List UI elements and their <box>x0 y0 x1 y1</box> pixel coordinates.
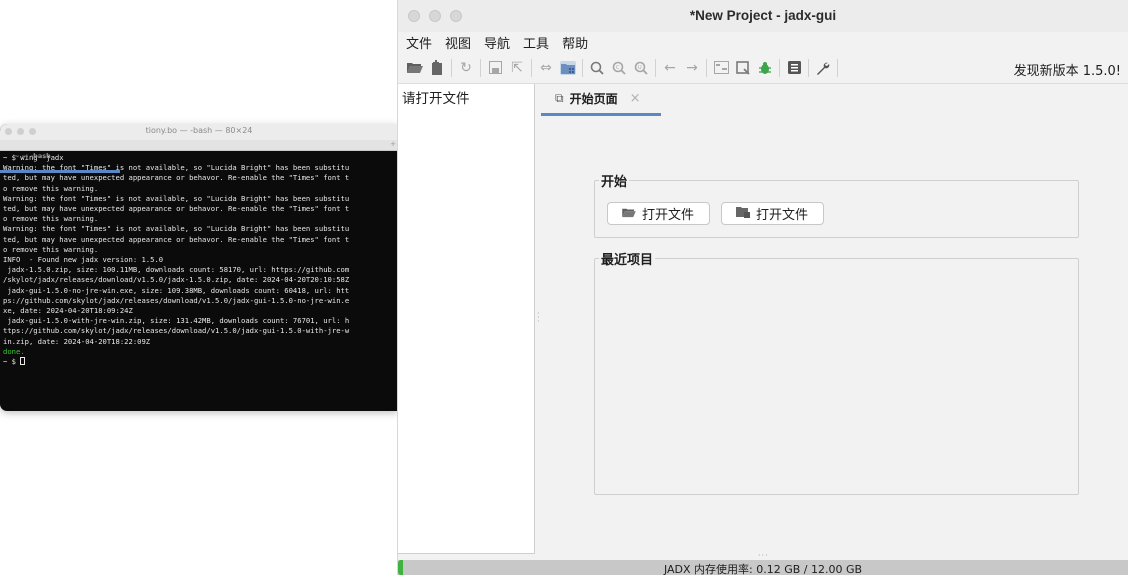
wrench-icon[interactable] <box>812 57 834 79</box>
terminal-done-line: done. <box>3 346 25 356</box>
toolbar-separator <box>531 58 532 77</box>
recent-projects-group: 最近项目 <box>594 249 1079 495</box>
toolbar-separator <box>808 58 809 77</box>
terminal-line: ted, but may have unexpected appearance … <box>3 173 350 183</box>
close-icon[interactable]: × <box>630 91 641 106</box>
terminal-output[interactable]: ~ $ wing -jadx Warning: the font "Times" … <box>0 151 398 369</box>
terminal-line: o remove this warning. <box>3 183 99 193</box>
terminal-line: /skylot/jadx/releases/download/v1.5.0/ja… <box>3 275 350 285</box>
forward-arrow-icon[interactable]: → <box>681 57 703 79</box>
flatten-packages-icon[interactable] <box>557 57 579 79</box>
toolbar-separator <box>837 58 838 77</box>
open-file-button[interactable]: 打开文件 <box>607 202 710 225</box>
jadx-window: *New Project - jadx-gui 文件 视图 导航 工具 帮助 ↻… <box>397 0 1128 576</box>
new-tab-icon[interactable]: + <box>390 140 396 148</box>
toolbar-separator <box>706 58 707 77</box>
terminal-window: tiony.bo — -bash — 80×24 ~ — -bash + ~ $… <box>0 124 398 411</box>
menu-tools[interactable]: 工具 <box>523 33 549 52</box>
tab-label: 开始页面 <box>569 92 618 106</box>
search-icon[interactable] <box>586 57 608 79</box>
add-files-icon <box>736 206 750 221</box>
toolbar-separator <box>451 58 452 77</box>
folder-open-icon[interactable] <box>404 57 426 79</box>
start-group-title: 开始 <box>599 171 630 190</box>
find-usage-icon[interactable]: U <box>630 57 652 79</box>
start-page-icon: ⧉ <box>555 91 564 105</box>
menu-view[interactable]: 视图 <box>445 33 471 52</box>
resize-grip[interactable]: ··· <box>758 551 769 560</box>
add-files-icon[interactable] <box>426 57 448 79</box>
menu-bar: 文件 视图 导航 工具 帮助 <box>398 32 1128 52</box>
splitter-handle[interactable]: · · · <box>537 310 540 326</box>
terminal-line: ttps://github.com/skylot/jadx/releases/d… <box>3 326 350 336</box>
start-group: 开始 打开文件 打开文件 <box>594 171 1079 238</box>
terminal-cursor <box>20 357 26 366</box>
save-icon[interactable] <box>484 57 506 79</box>
main-content: 请打开文件 · · · ⧉ 开始页面 × 开始 打开文件 打开文件 最近项目 <box>398 84 1128 575</box>
svg-text:U: U <box>638 65 642 71</box>
export-icon[interactable]: ⇱ <box>506 57 528 79</box>
reload-icon[interactable]: ↻ <box>455 57 477 79</box>
terminal-title: tiony.bo — -bash — 80×24 <box>145 126 253 135</box>
svg-text:C: C <box>616 65 620 71</box>
terminal-titlebar: tiony.bo — -bash — 80×24 <box>0 124 398 140</box>
terminal-line: Warning: the font "Times" is not availab… <box>3 193 350 203</box>
back-arrow-icon[interactable]: ← <box>659 57 681 79</box>
quark-icon[interactable] <box>732 57 754 79</box>
update-notice[interactable]: 发现新版本 1.5.0! <box>1014 60 1121 79</box>
terminal-line: in.zip, date: 2024-04-20T18:22:09Z <box>3 336 151 346</box>
toolbar-separator <box>480 58 481 77</box>
toolbar-separator <box>582 58 583 77</box>
open-file-button-label: 打开文件 <box>642 208 695 223</box>
toolbar-separator <box>779 58 780 77</box>
terminal-line: ps://github.com/skylot/jadx/releases/dow… <box>3 295 350 305</box>
status-bar: ··· JADX 内存使用率: 0.12 GB / 12.00 GB <box>398 551 1128 576</box>
open-project-button-label: 打开文件 <box>756 208 809 223</box>
terminal-line: Warning: the font "Times" is not availab… <box>3 224 350 234</box>
log-viewer-icon[interactable] <box>783 57 805 79</box>
tab-start-page[interactable]: ⧉ 开始页面 × <box>541 84 661 116</box>
debug-bug-icon[interactable] <box>754 57 776 79</box>
terminal-line: INFO - Found new jadx version: 1.5.0 <box>3 255 164 265</box>
open-file-prompt: 请打开文件 <box>402 91 470 107</box>
terminal-tabbar: ~ — -bash + <box>0 140 398 173</box>
terminal-line: jadx-1.5.0.zip, size: 100.11MB, download… <box>3 265 350 275</box>
deobfuscation-icon[interactable] <box>710 57 732 79</box>
window-titlebar: *New Project - jadx-gui <box>398 0 1128 32</box>
toolbar-separator <box>655 58 656 77</box>
terminal-line: o remove this warning. <box>3 244 99 254</box>
recent-projects-title: 最近项目 <box>599 249 656 268</box>
terminal-line: jadx-gui-1.5.0-no-jre-win.exe, size: 109… <box>3 285 350 295</box>
terminal-prompt: ~ $ <box>3 357 21 367</box>
sync-icon[interactable]: ⇔ <box>535 57 557 79</box>
terminal-line: xe, date: 2024-04-20T18:09:24Z <box>3 306 133 316</box>
find-class-icon[interactable]: C <box>608 57 630 79</box>
terminal-line: jadx-gui-1.5.0-with-jre-win.zip, size: 1… <box>3 316 350 326</box>
terminal-line: ted, but may have unexpected appearance … <box>3 204 350 214</box>
window-title: *New Project - jadx-gui <box>689 8 837 23</box>
folder-open-icon <box>622 207 636 221</box>
open-project-button[interactable]: 打开文件 <box>721 202 824 225</box>
menu-navigation[interactable]: 导航 <box>484 33 510 52</box>
project-tree-panel[interactable]: 请打开文件 <box>398 84 535 554</box>
terminal-line: ted, but may have unexpected appearance … <box>3 234 350 244</box>
toolbar: ↻ ⇱ ⇔ C U ← → 发现新版本 1.5.0! <box>398 52 1128 84</box>
terminal-prompt-line: ~ $ <box>3 357 395 367</box>
menu-file[interactable]: 文件 <box>406 33 432 52</box>
terminal-line: o remove this warning. <box>3 214 99 224</box>
editor-tabs: ⧉ 开始页面 × <box>541 84 1128 116</box>
menu-help[interactable]: 帮助 <box>562 33 588 52</box>
terminal-tab[interactable]: ~ — -bash <box>0 141 120 173</box>
